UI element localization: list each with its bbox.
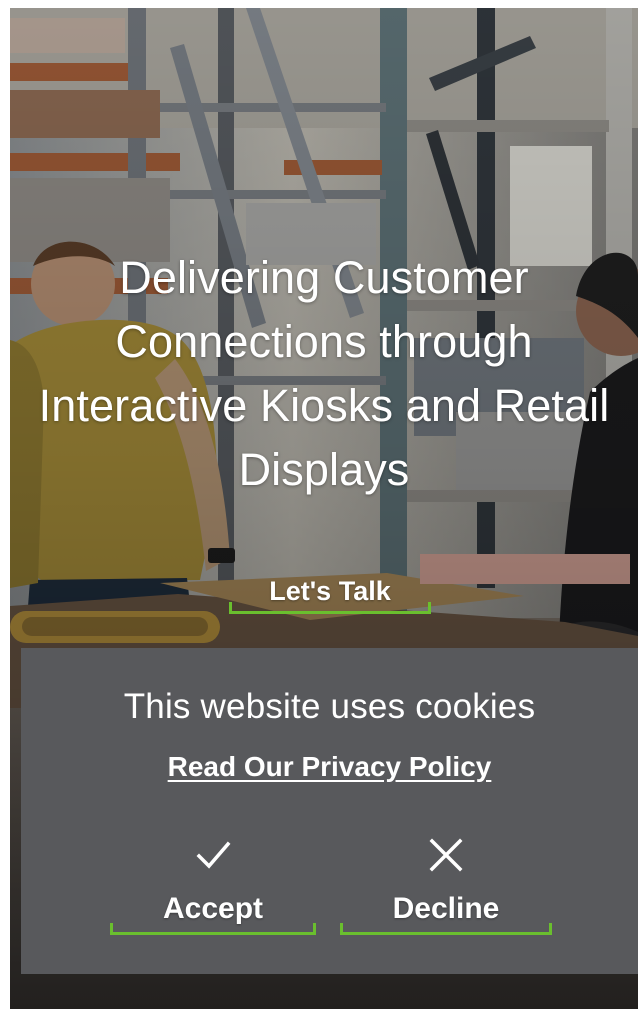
cookie-consent-banner: This website uses cookies Read Our Priva… — [21, 648, 638, 974]
website-viewport: Delivering Customer Connections through … — [10, 8, 638, 1009]
hero-headline: Delivering Customer Connections through … — [38, 252, 610, 495]
lets-talk-label: Let's Talk — [269, 575, 391, 606]
privacy-policy-link[interactable]: Read Our Privacy Policy — [21, 750, 638, 784]
close-icon — [429, 838, 463, 871]
checkmark-icon — [196, 841, 231, 869]
cookie-banner-title: This website uses cookies — [123, 687, 536, 726]
accept-cookies-button[interactable]: Accept — [110, 824, 316, 935]
lets-talk-button[interactable]: Let's Talk — [229, 565, 431, 614]
accept-label: Accept — [162, 891, 264, 925]
decline-label: Decline — [392, 891, 500, 925]
decline-cookies-button[interactable]: Decline — [340, 824, 552, 935]
